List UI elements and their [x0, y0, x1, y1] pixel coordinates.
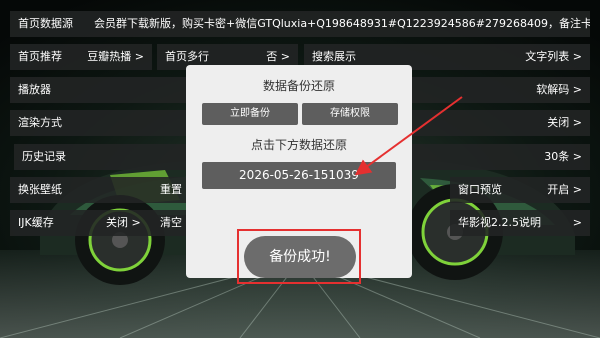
annotation-arrow: [354, 96, 463, 176]
